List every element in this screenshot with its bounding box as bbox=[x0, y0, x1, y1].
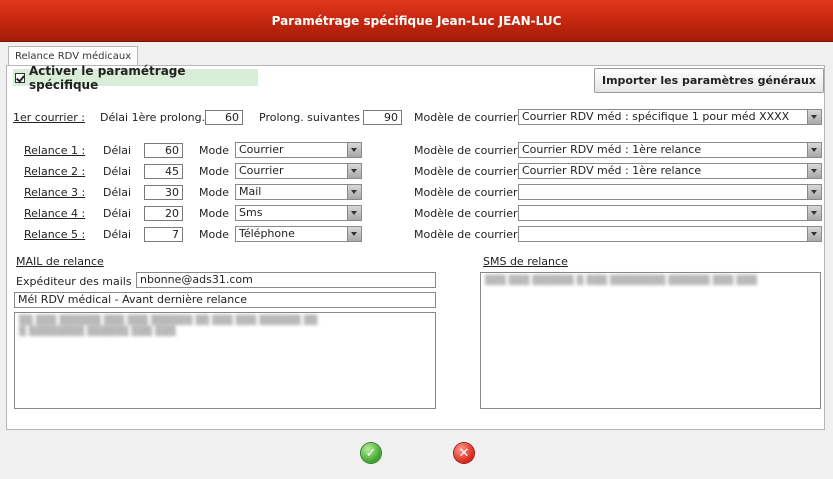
relance-model-value: Courrier RDV méd : 1ère relance bbox=[522, 143, 702, 156]
relance-delay-label: Délai bbox=[103, 207, 132, 220]
chevron-down-icon[interactable] bbox=[347, 227, 361, 241]
relance-mode-select[interactable]: Courrier bbox=[235, 163, 362, 179]
chevron-down-icon[interactable] bbox=[807, 110, 821, 124]
activate-label: Activer le paramétrage spécifique bbox=[28, 63, 186, 92]
relance-mode-label: Mode bbox=[199, 144, 229, 157]
chevron-down-icon[interactable] bbox=[347, 185, 361, 199]
first-model-select[interactable]: Courrier RDV méd : spécifique 1 pour méd… bbox=[518, 109, 822, 125]
relance-model-label: Modèle de courrier bbox=[414, 186, 518, 199]
next-prolong-input[interactable]: 90 bbox=[363, 110, 402, 125]
relance-label: Relance 1 : bbox=[24, 144, 86, 157]
relance-model-select[interactable]: Courrier RDV méd : 1ère relance bbox=[518, 142, 822, 158]
relance-mode-value: Courrier bbox=[239, 164, 284, 177]
sms-section-label: SMS de relance bbox=[483, 255, 568, 268]
mail-subject-input[interactable]: Mél RDV médical - Avant dernière relance bbox=[14, 292, 436, 308]
relance-delay-input[interactable]: 20 bbox=[144, 206, 183, 221]
relance-mode-value: Courrier bbox=[239, 143, 284, 156]
relance-mode-select[interactable]: Courrier bbox=[235, 142, 362, 158]
relance-model-label: Modèle de courrier bbox=[414, 207, 518, 220]
mail-sender-label: Expéditeur des mails bbox=[16, 275, 132, 288]
mail-body-content: ▒▒ ▒▒▒ ▒▒▒▒▒▒ ▒▒▒ ▒▒▒ ▒▒▒▒▒▒ ▒▒ ▒▒▒ ▒▒▒ … bbox=[19, 316, 318, 337]
chevron-down-icon[interactable] bbox=[807, 164, 821, 178]
relance-mode-label: Mode bbox=[199, 207, 229, 220]
chevron-down-icon[interactable] bbox=[807, 206, 821, 220]
first-delay-input[interactable]: 60 bbox=[205, 110, 243, 125]
relance-mode-select[interactable]: Téléphone bbox=[235, 226, 362, 242]
chevron-down-icon[interactable] bbox=[807, 227, 821, 241]
activate-checkbox[interactable] bbox=[15, 72, 25, 83]
cancel-close-button[interactable]: ✕ bbox=[454, 443, 474, 463]
relance-mode-label: Mode bbox=[199, 228, 229, 241]
relance-label: Relance 2 : bbox=[24, 165, 86, 178]
check-icon: ✓ bbox=[365, 445, 377, 461]
relance-delay-label: Délai bbox=[103, 144, 132, 157]
mail-sender-input[interactable]: nbonne@ads31.com bbox=[136, 272, 436, 288]
close-icon: ✕ bbox=[458, 445, 470, 461]
relance-model-select[interactable] bbox=[518, 205, 822, 221]
chevron-down-icon[interactable] bbox=[347, 164, 361, 178]
relance-mode-value: Téléphone bbox=[239, 227, 295, 240]
relance-model-select[interactable] bbox=[518, 226, 822, 242]
relance-label: Relance 4 : bbox=[24, 207, 86, 220]
ok-check-button[interactable]: ✓ bbox=[361, 443, 381, 463]
relance-label: Relance 5 : bbox=[24, 228, 86, 241]
chevron-down-icon[interactable] bbox=[807, 185, 821, 199]
relance-model-select[interactable] bbox=[518, 184, 822, 200]
chevron-down-icon[interactable] bbox=[347, 206, 361, 220]
first-letter-label: 1er courrier : bbox=[13, 111, 85, 124]
window-title: Paramétrage spécifique Jean-Luc JEAN-LUC bbox=[271, 13, 562, 28]
mail-section-label: MAIL de relance bbox=[16, 255, 104, 268]
first-model-value: Courrier RDV méd : spécifique 1 pour méd… bbox=[522, 110, 790, 123]
activate-specific-toggle[interactable]: Activer le paramétrage spécifique bbox=[13, 64, 258, 92]
relance-mode-select[interactable]: Mail bbox=[235, 184, 362, 200]
relance-mode-label: Mode bbox=[199, 165, 229, 178]
relance-delay-input[interactable]: 7 bbox=[144, 227, 183, 242]
next-prolong-label: Prolong. suivantes bbox=[259, 111, 360, 124]
relance-model-label: Modèle de courrier bbox=[414, 165, 518, 178]
relance-delay-label: Délai bbox=[103, 186, 132, 199]
relance-delay-input[interactable]: 60 bbox=[144, 143, 183, 158]
relance-model-label: Modèle de courrier bbox=[414, 144, 518, 157]
relance-delay-label: Délai bbox=[103, 228, 132, 241]
relance-mode-label: Mode bbox=[199, 186, 229, 199]
sms-body-content: ▒▒▒ ▒▒▒ ▒▒▒▒▒▒ ▒ ▒▒▒ ▒▒▒▒▒▒▒▒ ▒▒▒▒▒▒ ▒▒▒… bbox=[485, 276, 758, 286]
chevron-down-icon[interactable] bbox=[347, 143, 361, 157]
relance-mode-value: Sms bbox=[239, 206, 263, 219]
relance-model-value: Courrier RDV méd : 1ère relance bbox=[522, 164, 702, 177]
relance-mode-select[interactable]: Sms bbox=[235, 205, 362, 221]
import-general-params-button[interactable]: Importer les paramètres généraux bbox=[594, 68, 824, 93]
relance-delay-label: Délai bbox=[103, 165, 132, 178]
first-model-label: Modèle de courrier bbox=[414, 111, 518, 124]
relance-delay-input[interactable]: 45 bbox=[144, 164, 183, 179]
sms-body-textarea[interactable]: ▒▒▒ ▒▒▒ ▒▒▒▒▒▒ ▒ ▒▒▒ ▒▒▒▒▒▒▒▒ ▒▒▒▒▒▒ ▒▒▒… bbox=[480, 272, 821, 409]
relance-model-label: Modèle de courrier bbox=[414, 228, 518, 241]
relance-model-select[interactable]: Courrier RDV méd : 1ère relance bbox=[518, 163, 822, 179]
relance-label: Relance 3 : bbox=[24, 186, 86, 199]
chevron-down-icon[interactable] bbox=[807, 143, 821, 157]
relance-delay-input[interactable]: 30 bbox=[144, 185, 183, 200]
first-delay-label: Délai 1ère prolong. bbox=[100, 111, 206, 124]
window-title-bar: Paramétrage spécifique Jean-Luc JEAN-LUC bbox=[0, 0, 833, 42]
mail-body-textarea[interactable]: ▒▒ ▒▒▒ ▒▒▒▒▒▒ ▒▒▒ ▒▒▒ ▒▒▒▒▒▒ ▒▒ ▒▒▒ ▒▒▒ … bbox=[14, 312, 436, 409]
relance-mode-value: Mail bbox=[239, 185, 262, 198]
